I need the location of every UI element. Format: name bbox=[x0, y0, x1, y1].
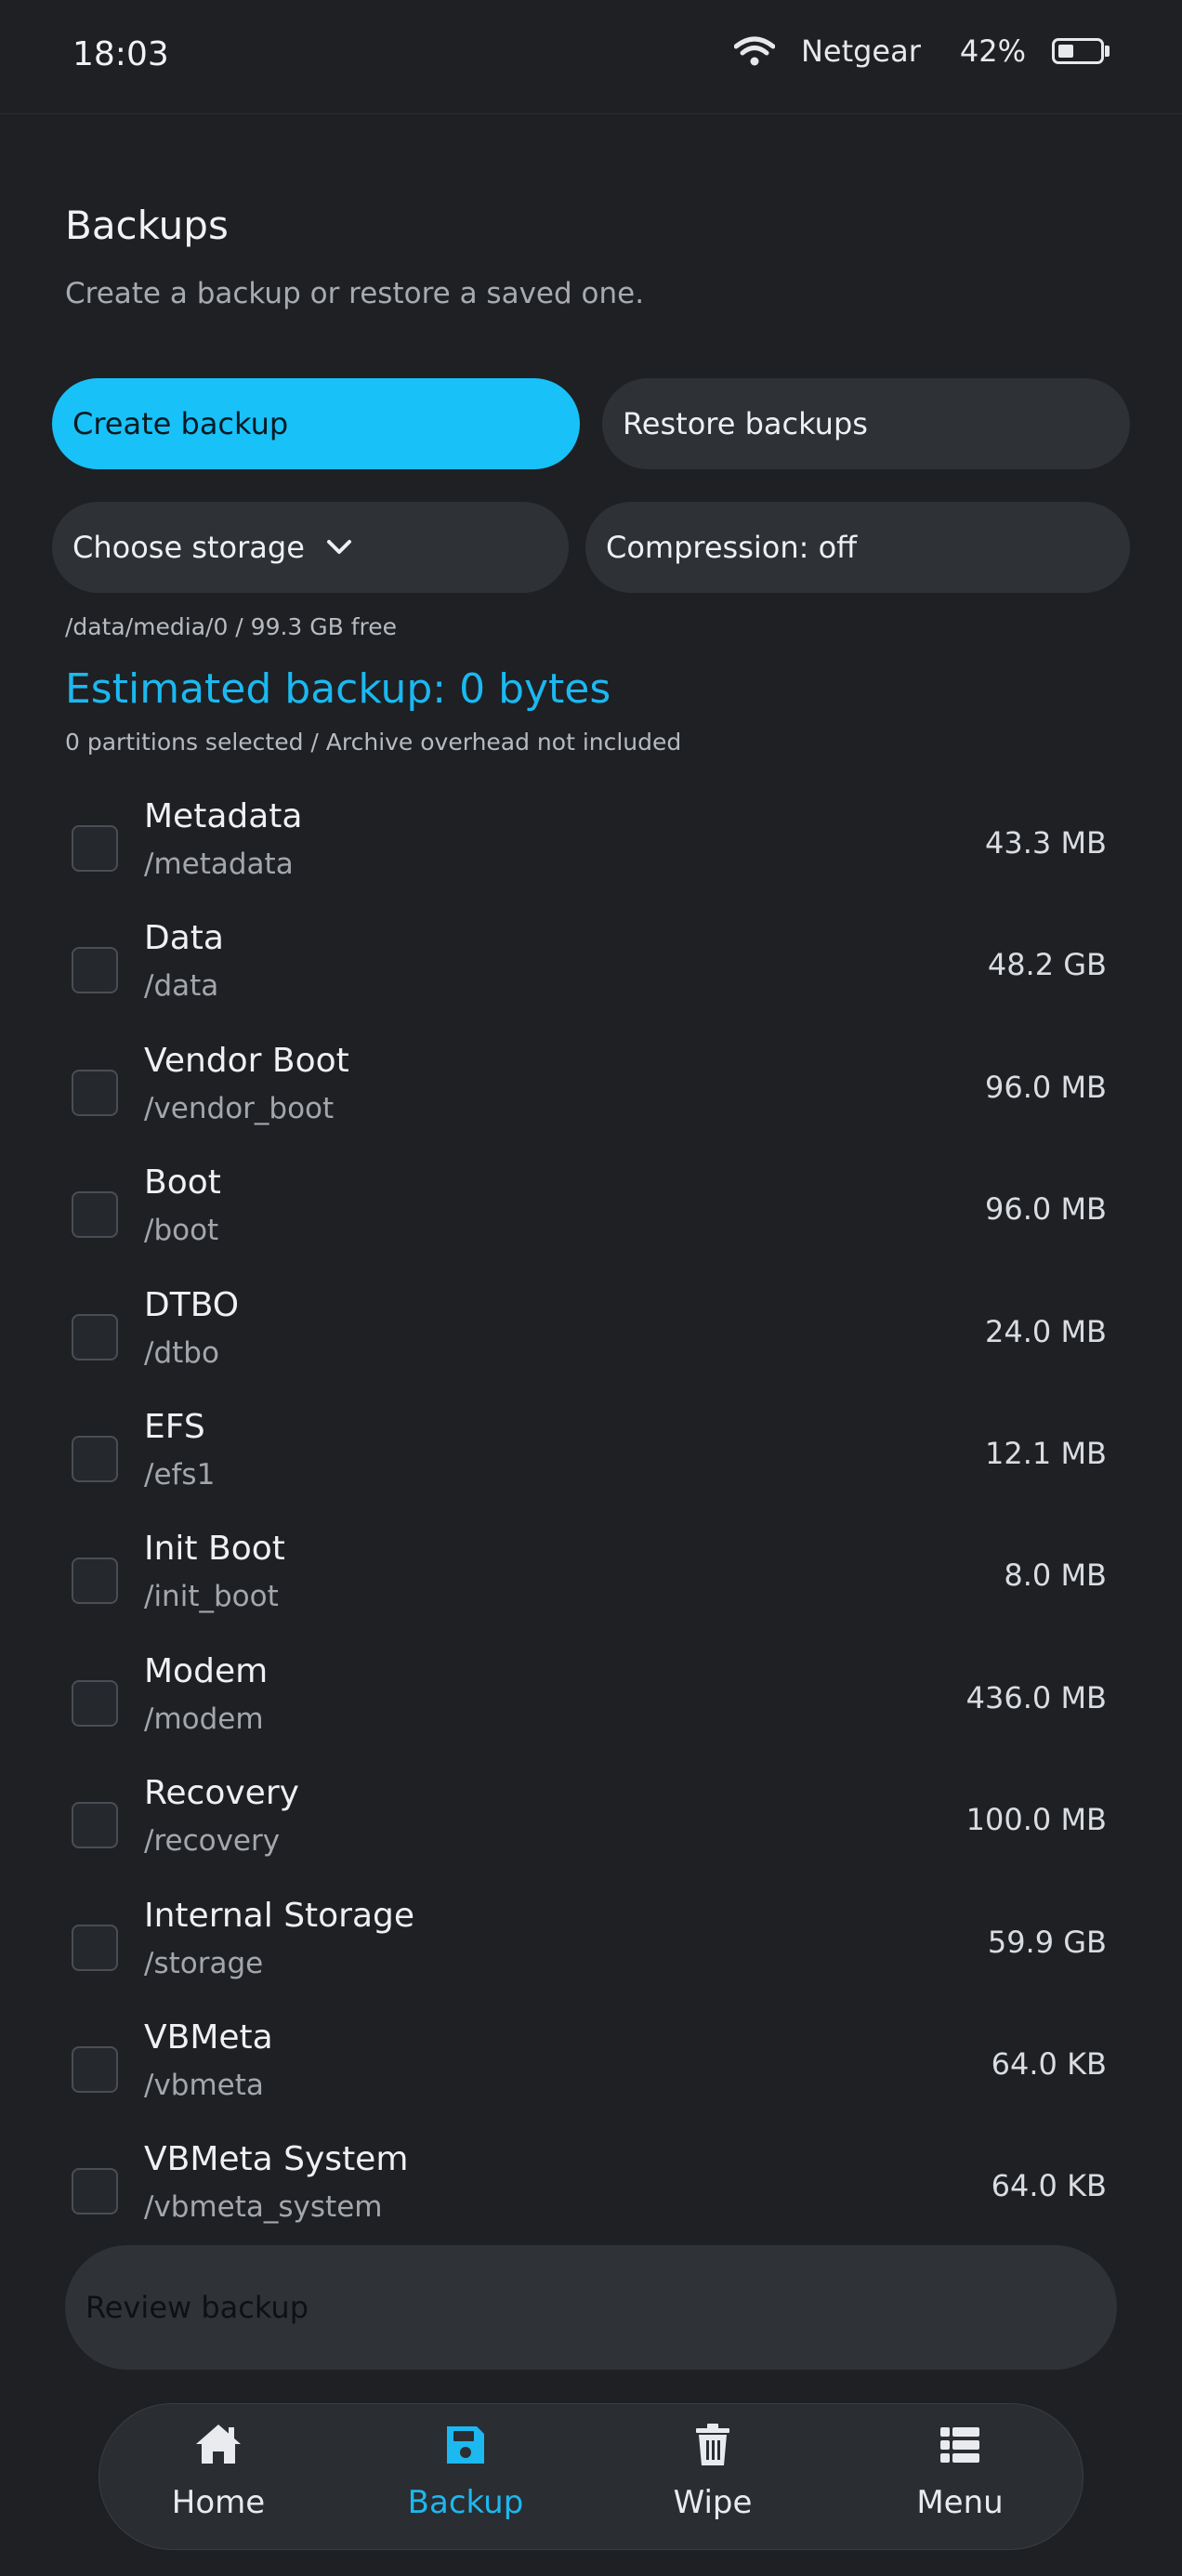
partition-path: /efs1 bbox=[144, 1457, 216, 1492]
partition-path: /init_boot bbox=[144, 1580, 279, 1614]
nav-home[interactable]: Home bbox=[116, 2421, 321, 2532]
wifi-icon bbox=[733, 36, 775, 66]
partition-size: 8.0 MB bbox=[1004, 1557, 1107, 1594]
partition-checkbox[interactable] bbox=[72, 2045, 118, 2093]
partition-name: Recovery bbox=[144, 1774, 299, 1813]
restore-backups-button[interactable]: Restore backups bbox=[602, 378, 1130, 469]
partition-checkbox[interactable] bbox=[72, 1191, 118, 1239]
partition-checkbox[interactable] bbox=[72, 2168, 118, 2215]
partition-name: VBMeta bbox=[144, 2017, 273, 2057]
partition-path: /metadata bbox=[144, 848, 294, 881]
partition-size: 24.0 MB bbox=[985, 1313, 1107, 1349]
create-backup-label: Create backup bbox=[72, 406, 289, 441]
nav-backup[interactable]: Backup bbox=[363, 2421, 568, 2532]
partition-size: 64.0 KB bbox=[991, 2045, 1107, 2082]
battery-percent: 42% bbox=[959, 33, 1026, 69]
partition-checkbox[interactable] bbox=[72, 1924, 118, 1971]
partition-name: Metadata bbox=[144, 797, 303, 835]
partition-name: Internal Storage bbox=[144, 1896, 415, 1935]
partition-row[interactable]: Boot /boot 96.0 MB bbox=[0, 1150, 1182, 1272]
storage-info: /data/media/0 / 99.3 GB free bbox=[65, 613, 398, 640]
partition-list[interactable]: Metadata /metadata 43.3 MB Data /data 48… bbox=[0, 784, 1182, 2227]
review-backup-button[interactable]: Review backup bbox=[65, 2245, 1117, 2370]
partition-path: /vbmeta_system bbox=[144, 2190, 383, 2225]
partition-row[interactable]: Recovery /recovery 100.0 MB bbox=[0, 1761, 1182, 1883]
status-bar: 18:03 Netgear 42% bbox=[0, 0, 1182, 114]
bottom-nav: Home Backup Wipe Menu bbox=[98, 2403, 1084, 2550]
list-icon bbox=[940, 2427, 979, 2463]
partition-checkbox[interactable] bbox=[72, 1313, 118, 1360]
partition-size: 43.3 MB bbox=[985, 825, 1107, 861]
partition-row[interactable]: VBMeta /vbmeta 64.0 KB bbox=[0, 2005, 1182, 2127]
nav-menu-label: Menu bbox=[916, 2484, 1004, 2521]
trash-icon bbox=[696, 2424, 729, 2465]
partition-row[interactable]: Metadata /metadata 43.3 MB bbox=[0, 784, 1182, 906]
status-time: 18:03 bbox=[72, 35, 169, 73]
partition-name: Init Boot bbox=[144, 1530, 285, 1569]
battery-icon bbox=[1052, 38, 1110, 64]
partition-size: 12.1 MB bbox=[985, 1435, 1107, 1471]
nav-backup-label: Backup bbox=[407, 2484, 524, 2521]
nav-wipe-label: Wipe bbox=[673, 2484, 753, 2521]
partition-path: /recovery bbox=[144, 1824, 281, 1859]
nav-wipe[interactable]: Wipe bbox=[611, 2421, 815, 2532]
partition-checkbox[interactable] bbox=[72, 825, 118, 872]
partition-row[interactable]: DTBO /dtbo 24.0 MB bbox=[0, 1273, 1182, 1395]
partition-size: 48.2 GB bbox=[987, 947, 1107, 983]
partition-name: DTBO bbox=[144, 1285, 240, 1324]
partition-checkbox[interactable] bbox=[72, 1069, 118, 1116]
estimate-details: 0 partitions selected / Archive overhead… bbox=[65, 729, 682, 756]
partition-name: Data bbox=[144, 919, 224, 958]
review-backup-label: Review backup bbox=[85, 2290, 309, 2325]
compression-label: Compression: off bbox=[606, 530, 858, 565]
partition-row[interactable]: Internal Storage /storage 59.9 GB bbox=[0, 1884, 1182, 2005]
partition-checkbox[interactable] bbox=[72, 1435, 118, 1482]
partition-checkbox[interactable] bbox=[72, 1679, 118, 1727]
partition-row[interactable]: Vendor Boot /vendor_boot 96.0 MB bbox=[0, 1029, 1182, 1150]
partition-checkbox[interactable] bbox=[72, 1557, 118, 1605]
partition-row[interactable]: EFS /efs1 12.1 MB bbox=[0, 1395, 1182, 1517]
page-title: Backups bbox=[65, 203, 229, 248]
nav-home-label: Home bbox=[171, 2484, 266, 2521]
partition-size: 96.0 MB bbox=[985, 1191, 1107, 1228]
partition-size: 64.0 KB bbox=[991, 2168, 1107, 2204]
status-indicators: Netgear 42% bbox=[733, 33, 1110, 69]
partition-checkbox[interactable] bbox=[72, 1802, 118, 1849]
partition-name: Boot bbox=[144, 1163, 221, 1203]
choose-storage-label: Choose storage bbox=[72, 530, 305, 565]
chevron-down-icon bbox=[326, 540, 351, 554]
restore-backups-label: Restore backups bbox=[623, 406, 868, 441]
partition-checkbox[interactable] bbox=[72, 947, 118, 994]
page-subtitle: Create a backup or restore a saved one. bbox=[65, 277, 645, 310]
create-backup-button[interactable]: Create backup bbox=[52, 378, 580, 469]
partition-path: /boot bbox=[144, 1214, 219, 1248]
partition-path: /modem bbox=[144, 1702, 264, 1736]
save-icon bbox=[447, 2426, 484, 2464]
partition-name: EFS bbox=[144, 1407, 205, 1446]
partition-size: 59.9 GB bbox=[987, 1924, 1107, 1960]
partition-name: VBMeta System bbox=[144, 2140, 409, 2179]
nav-menu[interactable]: Menu bbox=[858, 2421, 1062, 2532]
network-name: Netgear bbox=[800, 33, 921, 69]
partition-path: /data bbox=[144, 969, 219, 1004]
partition-size: 96.0 MB bbox=[985, 1069, 1107, 1105]
home-icon bbox=[196, 2425, 241, 2464]
partition-row[interactable]: Init Boot /init_boot 8.0 MB bbox=[0, 1517, 1182, 1638]
partition-size: 436.0 MB bbox=[965, 1679, 1107, 1715]
estimated-backup-size: Estimated backup: 0 bytes bbox=[65, 665, 611, 713]
choose-storage-dropdown[interactable]: Choose storage bbox=[52, 502, 569, 593]
partition-name: Modem bbox=[144, 1651, 269, 1690]
partition-row[interactable]: Data /data 48.2 GB bbox=[0, 906, 1182, 1028]
partition-row[interactable]: VBMeta System /vbmeta_system 64.0 KB bbox=[0, 2127, 1182, 2227]
partition-path: /dtbo bbox=[144, 1335, 219, 1370]
partition-size: 100.0 MB bbox=[965, 1802, 1107, 1838]
compression-toggle[interactable]: Compression: off bbox=[585, 502, 1130, 593]
partition-path: /storage bbox=[144, 1946, 264, 1980]
partition-path: /vbmeta bbox=[144, 2068, 264, 2102]
partition-name: Vendor Boot bbox=[144, 1041, 349, 1080]
partition-row[interactable]: Modem /modem 436.0 MB bbox=[0, 1639, 1182, 1761]
partition-path: /vendor_boot bbox=[144, 1091, 335, 1125]
